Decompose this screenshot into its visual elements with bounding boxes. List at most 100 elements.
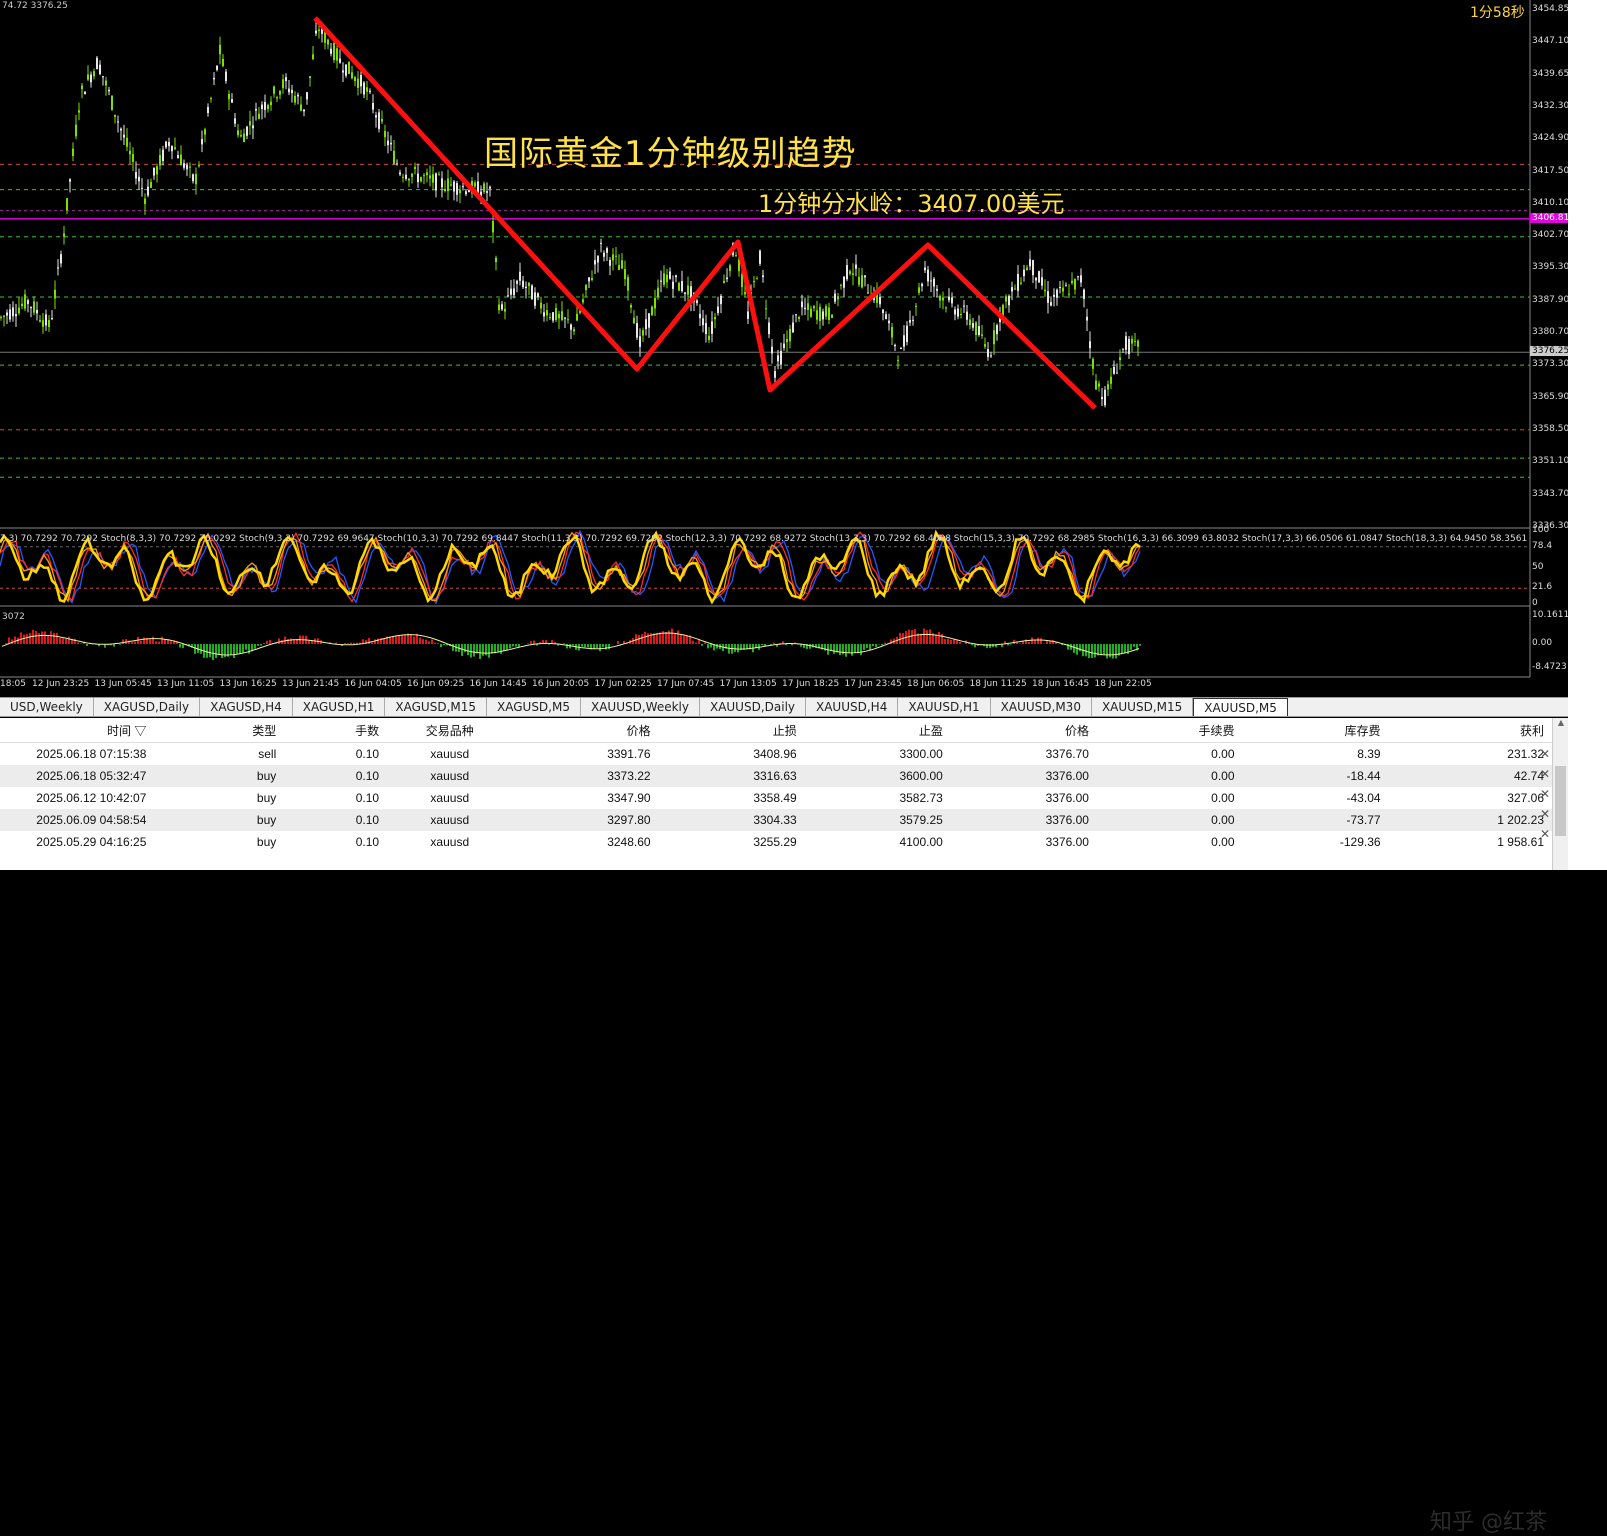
macd-bar	[602, 644, 604, 647]
candle-body	[723, 281, 725, 283]
order-row[interactable]: 2025.05.29 04:16:25buy0.10xauusd3248.603…	[0, 831, 1552, 853]
macd-bar	[1007, 644, 1009, 645]
column-header[interactable]: 类型	[154, 718, 284, 743]
order-row[interactable]: 2025.06.18 07:15:38sell0.10xauusd3391.76…	[0, 743, 1552, 766]
candle-body	[138, 177, 140, 182]
candle-body	[306, 92, 308, 99]
candle-body	[945, 308, 947, 309]
candle-body	[900, 348, 902, 349]
candle-body	[906, 326, 908, 342]
order-row[interactable]: 2025.06.18 05:32:47buy0.10xauusd3373.223…	[0, 765, 1552, 787]
scroll-up-icon[interactable]: ▲	[1553, 718, 1569, 732]
macd-bar	[512, 644, 514, 646]
candle-body	[261, 105, 263, 110]
chart-tab[interactable]: XAGUSD,H1	[293, 698, 386, 716]
chart-tab[interactable]: XAUUSD,Weekly	[581, 698, 700, 716]
candle-body	[216, 66, 218, 70]
column-header[interactable]: 获利	[1389, 718, 1552, 743]
candle-body	[594, 260, 596, 264]
time-tick: 13 Jun 21:45	[282, 679, 339, 689]
chart-tab[interactable]: XAGUSD,M5	[487, 698, 581, 716]
scroll-thumb[interactable]	[1555, 766, 1566, 836]
column-header[interactable]: 止盈	[805, 718, 951, 743]
candle-body	[807, 303, 809, 310]
macd-bar	[863, 644, 865, 650]
macd-bar	[434, 643, 436, 644]
candle-body	[357, 79, 359, 88]
column-header[interactable]: 价格	[512, 718, 658, 743]
column-header[interactable]: 手续费	[1097, 718, 1243, 743]
macd-bar	[419, 638, 421, 644]
macd-bar	[683, 636, 685, 644]
candle-body	[1080, 275, 1082, 282]
candle-body	[1086, 317, 1088, 321]
orders-scrollbar[interactable]: ▲	[1552, 718, 1569, 870]
candle-body	[207, 107, 209, 113]
chart-tab[interactable]: XAUUSD,M15	[1092, 698, 1193, 716]
candle-body	[204, 129, 206, 134]
candle-body	[981, 334, 983, 335]
chart-tab[interactable]: XAUUSD,M30	[991, 698, 1092, 716]
price-chart[interactable]: 74.72 3376.25 1分58秒 国际黄金1分钟级别趋势 1分钟分水岭：3…	[0, 0, 1568, 697]
candle-body	[246, 127, 248, 136]
candle-body	[555, 308, 557, 320]
macd-bar	[194, 644, 196, 654]
column-header[interactable]: 交易品种	[387, 718, 512, 743]
candle-body	[459, 190, 461, 193]
candle-body	[267, 105, 269, 109]
divider-price-badge: 3406.81	[1530, 213, 1568, 223]
chart-tab[interactable]: XAUUSD,Daily	[700, 698, 806, 716]
candle-body	[156, 166, 158, 174]
macd-bar	[425, 640, 427, 644]
close-order-icon[interactable]: ✕	[1538, 744, 1552, 764]
chart-tab[interactable]: USD,Weekly	[0, 698, 94, 716]
macd-bar	[530, 641, 532, 644]
macd-bar	[290, 638, 292, 644]
candle-body	[837, 296, 839, 299]
chart-tab[interactable]: XAUUSD,H4	[806, 698, 898, 716]
macd-bar	[1040, 638, 1042, 644]
macd-bar	[113, 644, 115, 647]
macd-bar	[926, 630, 928, 644]
candle-body	[417, 174, 419, 182]
time-tick: 16 Jun 04:05	[345, 679, 402, 689]
column-header[interactable]: 库存费	[1243, 718, 1389, 743]
candle-body	[498, 305, 500, 311]
macd-bar	[875, 644, 877, 647]
candle-body	[294, 96, 296, 103]
candle-body	[141, 188, 143, 189]
candle-body	[18, 308, 20, 314]
order-cell: 3579.25	[805, 809, 951, 831]
candle-body	[1044, 290, 1046, 291]
candle-body	[504, 309, 506, 312]
order-cell: 3376.70	[951, 743, 1097, 766]
candle-body	[273, 87, 275, 94]
column-header[interactable]: 手数	[284, 718, 387, 743]
chart-tab[interactable]: XAGUSD,H4	[200, 698, 293, 716]
macd-bar	[605, 644, 607, 650]
column-header[interactable]: 价格	[951, 718, 1097, 743]
close-order-icon[interactable]: ✕	[1538, 804, 1552, 824]
candle-body	[753, 281, 755, 282]
column-header[interactable]: 时间 ▽	[0, 718, 154, 743]
macd-bar	[254, 644, 256, 649]
order-cell: 1 958.61	[1389, 831, 1552, 853]
candle-body	[591, 278, 593, 280]
close-order-icon[interactable]: ✕	[1538, 784, 1552, 804]
close-order-icon[interactable]: ✕	[1538, 764, 1552, 784]
chart-tab[interactable]: XAGUSD,Daily	[94, 698, 200, 716]
close-order-icon[interactable]: ✕	[1538, 824, 1552, 844]
chart-tab[interactable]: XAUUSD,M5	[1193, 698, 1288, 716]
candle-body	[582, 299, 584, 302]
candle-body	[1047, 291, 1049, 303]
order-row[interactable]: 2025.06.09 04:58:54buy0.10xauusd3297.803…	[0, 809, 1552, 831]
column-header[interactable]: 止损	[659, 718, 805, 743]
time-axis[interactable]: 18:0512 Jun 23:2513 Jun 05:4513 Jun 11:0…	[0, 677, 1530, 693]
candle-body	[1065, 285, 1067, 286]
order-cell: 0.00	[1097, 831, 1243, 853]
candle-body	[201, 139, 203, 144]
chart-tab[interactable]: XAGUSD,M15	[385, 698, 487, 716]
chart-tab[interactable]: XAUUSD,H1	[898, 698, 990, 716]
order-row[interactable]: 2025.06.12 10:42:07buy0.10xauusd3347.903…	[0, 787, 1552, 809]
candle-body	[954, 309, 956, 314]
